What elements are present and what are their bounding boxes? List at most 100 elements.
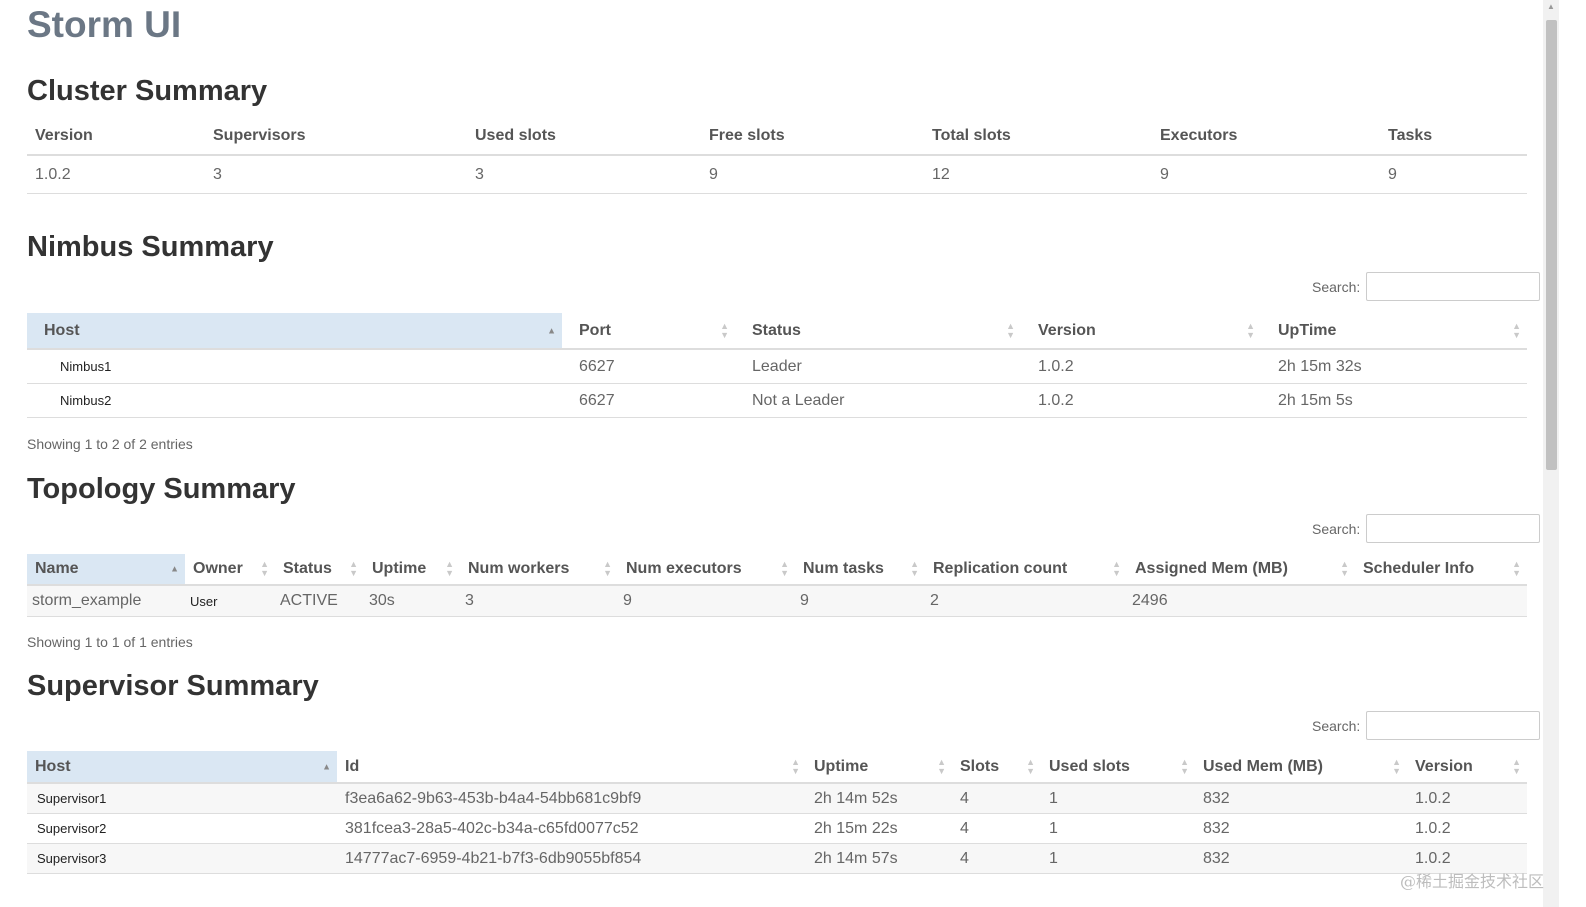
column-header-label: Version bbox=[35, 127, 93, 144]
column-header-label: Version bbox=[1038, 321, 1096, 339]
nimbus-search-label: Search: bbox=[1312, 278, 1361, 295]
topology-col-assigned-mem-mb[interactable]: Assigned Mem (MB) ▲ ▼ bbox=[1127, 554, 1355, 586]
page-scrollbar[interactable]: ▲ bbox=[1543, 0, 1559, 907]
supervisor-cell-used-slots: 1 bbox=[1041, 783, 1195, 814]
cluster-col-executors: Executors bbox=[1152, 118, 1380, 156]
sort-both-icon[interactable]: ▲ ▼ bbox=[349, 560, 358, 578]
supervisor-col-uptime[interactable]: Uptime ▲ ▼ bbox=[806, 751, 952, 784]
sort-both-icon[interactable]: ▲ ▼ bbox=[1112, 560, 1121, 578]
topology-summary-table: Name ▲ Owner ▲ ▼ Status ▲ ▼ Uptime ▲ ▼ Num worke… bbox=[27, 554, 1527, 617]
table-row: Nimbus1 6627 Leader 1.0.2 2h 15m 32s bbox=[27, 349, 1527, 384]
cluster-cell-total-slots: 12 bbox=[924, 155, 1152, 194]
topology-col-owner[interactable]: Owner ▲ ▼ bbox=[185, 554, 275, 586]
sort-both-icon[interactable]: ▲ ▼ bbox=[1180, 757, 1189, 776]
topology-col-replication-count[interactable]: Replication count ▲ ▼ bbox=[925, 554, 1127, 586]
supervisor-cell-host: Supervisor1 bbox=[27, 783, 337, 814]
supervisor-cell-uptime: 2h 15m 22s bbox=[806, 813, 952, 844]
topology-col-uptime[interactable]: Uptime ▲ ▼ bbox=[364, 554, 460, 586]
sort-both-icon[interactable]: ▲ ▼ bbox=[1392, 757, 1401, 776]
topology-col-num-executors[interactable]: Num executors ▲ ▼ bbox=[618, 554, 795, 586]
nimbus-cell-port: 6627 bbox=[562, 349, 735, 384]
supervisor-cell-id: 14777ac7-6959-4b21-b7f3-6db9055bf854 bbox=[337, 843, 806, 874]
topology-search-input[interactable] bbox=[1366, 514, 1541, 543]
sort-both-icon[interactable]: ▲ ▼ bbox=[791, 757, 800, 776]
sort-both-icon[interactable]: ▲ ▼ bbox=[1246, 321, 1255, 340]
supervisor-search-input[interactable] bbox=[1366, 711, 1541, 740]
column-header-label: Version bbox=[1415, 757, 1473, 775]
topology-table-info: Showing 1 to 1 of 1 entries bbox=[27, 634, 193, 650]
scrollbar-thumb[interactable] bbox=[1546, 20, 1557, 470]
sort-both-icon[interactable]: ▲ ▼ bbox=[720, 321, 729, 340]
table-row: Supervisor2 381fcea3-28a5-402c-b34a-c65fd… bbox=[27, 813, 1527, 844]
supervisor-cell-used-mem-mb: 832 bbox=[1195, 813, 1407, 844]
column-header-label: Status bbox=[752, 321, 801, 339]
sort-both-icon[interactable]: ▲ ▼ bbox=[910, 560, 919, 578]
cluster-col-total-slots: Total slots bbox=[924, 118, 1152, 156]
topology-cell-num-tasks: 9 bbox=[795, 585, 925, 617]
column-header-label: Uptime bbox=[372, 560, 427, 577]
topology-summary-heading: Topology Summary bbox=[27, 473, 296, 505]
column-header-label: Name bbox=[35, 560, 79, 577]
topology-col-scheduler-info[interactable]: Scheduler Info ▲ ▼ bbox=[1355, 554, 1527, 586]
supervisor-cell-slots: 4 bbox=[952, 843, 1041, 874]
nimbus-col-version[interactable]: Version ▲ ▼ bbox=[1021, 313, 1261, 350]
scroll-up-arrow-icon[interactable]: ▲ bbox=[1543, 2, 1559, 16]
nimbus-search-input[interactable] bbox=[1366, 272, 1541, 301]
cluster-col-free-slots: Free slots bbox=[701, 118, 924, 156]
supervisor-cell-id: 381fcea3-28a5-402c-b34a-c65fd0077c52 bbox=[337, 813, 806, 844]
column-header-label: Host bbox=[44, 321, 80, 339]
column-header-label: Used Mem (MB) bbox=[1203, 757, 1324, 775]
sort-both-icon[interactable]: ▲ ▼ bbox=[780, 560, 789, 578]
sort-both-icon[interactable]: ▲ ▼ bbox=[937, 757, 946, 776]
sort-both-icon[interactable]: ▲ ▼ bbox=[260, 560, 269, 578]
column-header-label: Scheduler Info bbox=[1363, 560, 1475, 577]
sort-asc-icon[interactable]: ▲ bbox=[322, 762, 331, 771]
sort-both-icon[interactable]: ▲ ▼ bbox=[1026, 757, 1035, 776]
column-header-label: Status bbox=[283, 560, 332, 577]
topology-col-num-workers[interactable]: Num workers ▲ ▼ bbox=[460, 554, 618, 586]
nimbus-col-uptime[interactable]: UpTime ▲ ▼ bbox=[1261, 313, 1527, 350]
cluster-cell-executors: 9 bbox=[1152, 155, 1380, 194]
supervisor-summary-table: Host ▲ Id ▲ ▼ Uptime ▲ ▼ Slots ▲ ▼ Used slots ▲ ▼… bbox=[27, 751, 1527, 874]
supervisor-cell-used-slots: 1 bbox=[1041, 843, 1195, 874]
supervisor-cell-used-mem-mb: 832 bbox=[1195, 783, 1407, 814]
topology-cell-replication-count: 2 bbox=[925, 585, 1127, 617]
topology-cell-uptime: 30s bbox=[364, 585, 460, 617]
cluster-col-version: Version bbox=[27, 118, 205, 156]
sort-both-icon[interactable]: ▲ ▼ bbox=[1512, 560, 1521, 578]
sort-both-icon[interactable]: ▲ ▼ bbox=[1512, 757, 1521, 776]
topology-col-name[interactable]: Name ▲ bbox=[27, 554, 185, 586]
supervisor-col-used-slots[interactable]: Used slots ▲ ▼ bbox=[1041, 751, 1195, 784]
topology-cell-owner: User bbox=[185, 585, 275, 617]
supervisor-summary-heading: Supervisor Summary bbox=[27, 670, 319, 702]
sort-both-icon[interactable]: ▲ ▼ bbox=[603, 560, 612, 578]
nimbus-col-port[interactable]: Port ▲ ▼ bbox=[562, 313, 735, 350]
topology-name-link[interactable]: storm_example bbox=[27, 585, 185, 617]
nimbus-col-status[interactable]: Status ▲ ▼ bbox=[735, 313, 1021, 350]
supervisor-cell-slots: 4 bbox=[952, 783, 1041, 814]
watermark: @稀土掘金技术社区 bbox=[1400, 872, 1545, 891]
sort-both-icon[interactable]: ▲ ▼ bbox=[1340, 560, 1349, 578]
column-header-label: Num tasks bbox=[803, 560, 884, 577]
sort-asc-icon[interactable]: ▲ bbox=[170, 564, 179, 574]
column-header-label: Used slots bbox=[1049, 757, 1130, 775]
sort-both-icon[interactable]: ▲ ▼ bbox=[1006, 321, 1015, 340]
column-header-label: Used slots bbox=[475, 127, 556, 144]
sort-asc-icon[interactable]: ▲ bbox=[547, 326, 556, 335]
supervisor-col-used-mem-mb[interactable]: Used Mem (MB) ▲ ▼ bbox=[1195, 751, 1407, 784]
supervisor-col-id[interactable]: Id ▲ ▼ bbox=[337, 751, 806, 784]
topology-col-num-tasks[interactable]: Num tasks ▲ ▼ bbox=[795, 554, 925, 586]
sort-both-icon[interactable]: ▲ ▼ bbox=[1512, 321, 1521, 340]
supervisor-col-slots[interactable]: Slots ▲ ▼ bbox=[952, 751, 1041, 784]
supervisor-col-host[interactable]: Host ▲ bbox=[27, 751, 337, 784]
sort-both-icon[interactable]: ▲ ▼ bbox=[445, 560, 454, 578]
supervisor-col-version[interactable]: Version ▲ ▼ bbox=[1407, 751, 1527, 784]
nimbus-col-host[interactable]: Host ▲ bbox=[27, 313, 562, 350]
column-header-label: Assigned Mem (MB) bbox=[1135, 560, 1288, 577]
topology-col-status[interactable]: Status ▲ ▼ bbox=[275, 554, 364, 586]
column-header-label: Total slots bbox=[932, 127, 1011, 144]
column-header-label: Executors bbox=[1160, 127, 1238, 144]
cluster-cell-supervisors: 3 bbox=[205, 155, 467, 194]
supervisor-cell-host: Supervisor2 bbox=[27, 813, 337, 844]
nimbus-summary-heading: Nimbus Summary bbox=[27, 231, 274, 263]
